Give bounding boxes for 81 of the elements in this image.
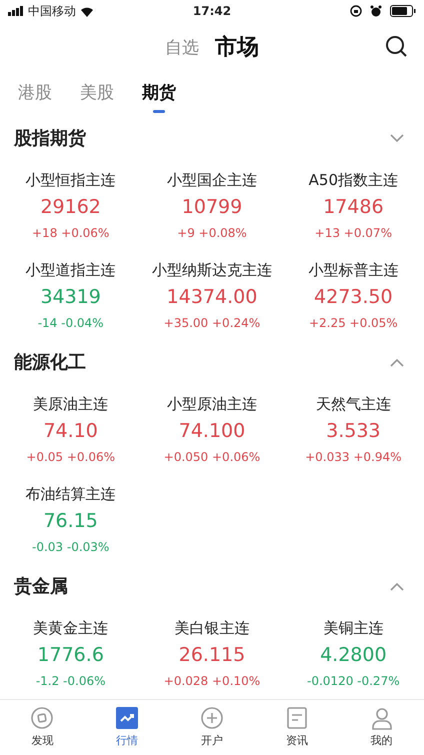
price: 74.100 xyxy=(178,419,246,444)
price: 74.10 xyxy=(43,419,98,444)
quote-card[interactable]: 美黄金主连 1776.6 -1.2 -0.06% xyxy=(0,608,142,698)
contract-name: 小型纳斯达克主连 xyxy=(152,260,272,280)
price: 4273.50 xyxy=(314,285,393,310)
nav-tab[interactable]: 资讯 xyxy=(254,700,340,755)
quote-card[interactable]: 小型原油主连 74.100 +0.050 +0.06% xyxy=(141,384,283,474)
contract-name: 布油结算主连 xyxy=(26,484,116,504)
quote-card[interactable]: 小型国企主连 10799 +9 +0.08% xyxy=(141,160,283,250)
contract-name: 小型恒指主连 xyxy=(26,170,116,190)
alarm-icon xyxy=(370,5,382,17)
market-tab[interactable]: 美股 xyxy=(80,81,114,107)
nav-tab[interactable]: 发现 xyxy=(0,700,85,755)
search-button[interactable] xyxy=(384,34,408,58)
nav-tab[interactable]: 开户 xyxy=(170,700,254,755)
contract-name: 美原油主连 xyxy=(33,394,108,414)
carrier-name: 中国移动 xyxy=(28,3,76,20)
quote-card[interactable]: 天然气主连 3.533 +0.033 +0.94% xyxy=(282,384,424,474)
quote-card[interactable]: A50指数主连 17486 +13 +0.07% xyxy=(282,160,424,250)
contract-name: 小型标普主连 xyxy=(308,260,398,280)
section-title: 股指期货 xyxy=(14,126,86,150)
quote-card[interactable]: 美白银主连 26.115 +0.028 +0.10% xyxy=(141,608,283,698)
quote-card[interactable]: 小型道指主连 34319 -14 -0.04% xyxy=(0,250,142,340)
contract-name: 小型道指主连 xyxy=(26,260,116,280)
nav-tab[interactable]: 我的 xyxy=(339,700,424,755)
quote-card[interactable]: 小型恒指主连 29162 +18 +0.06% xyxy=(0,160,142,250)
contract-name: 美铜主连 xyxy=(323,618,384,638)
header-tab[interactable]: 市场 xyxy=(215,30,259,64)
price-change: +0.033 +0.94% xyxy=(305,448,402,466)
contract-name: 天然气主连 xyxy=(316,394,391,414)
signal-icon xyxy=(8,6,24,16)
price-change: +0.05 +0.06% xyxy=(26,448,116,466)
price-change: +35.00 +0.24% xyxy=(164,314,260,332)
chevron-icon[interactable] xyxy=(390,358,404,366)
user-icon xyxy=(370,706,394,730)
trend-chart-icon xyxy=(115,706,140,730)
plus-circle-icon xyxy=(200,706,224,730)
quote-card[interactable]: 美铜主连 4.2800 -0.0120 -0.27% xyxy=(282,608,424,698)
price-change: +9 +0.08% xyxy=(177,224,247,242)
price-change: +2.25 +0.05% xyxy=(308,314,398,332)
price: 3.533 xyxy=(326,419,381,444)
price: 14374.00 xyxy=(166,285,258,310)
price-change: -0.0120 -0.27% xyxy=(307,672,400,690)
price: 10799 xyxy=(182,195,242,220)
section-title: 贵金属 xyxy=(14,574,68,598)
price: 26.115 xyxy=(178,643,246,668)
quote-card[interactable]: 美原油主连 74.10 +0.05 +0.06% xyxy=(0,384,142,474)
header-tab[interactable]: 自选 xyxy=(165,36,199,64)
market-tab[interactable]: 期货 xyxy=(142,81,176,107)
chevron-icon[interactable] xyxy=(390,134,404,142)
contract-name: 小型原油主连 xyxy=(166,394,257,414)
contract-name: 小型国企主连 xyxy=(166,170,257,190)
quote-card[interactable]: 小型纳斯达克主连 14374.00 +35.00 +0.24% xyxy=(141,250,283,340)
wifi-icon xyxy=(80,6,94,16)
price: 17486 xyxy=(323,195,384,220)
price: 4.2800 xyxy=(320,643,387,668)
contract-name: 美黄金主连 xyxy=(33,618,108,638)
contract-name: A50指数主连 xyxy=(308,170,398,190)
contract-name: 美白银主连 xyxy=(174,618,250,638)
active-tab-indicator xyxy=(153,110,165,113)
price: 34319 xyxy=(40,285,101,310)
price-change: +0.050 +0.06% xyxy=(164,448,260,466)
market-tab[interactable]: 港股 xyxy=(18,81,52,107)
document-icon xyxy=(284,706,309,730)
nav-tab[interactable]: 行情 xyxy=(84,700,170,755)
price-change: -14 -0.04% xyxy=(38,314,104,332)
price-change: -1.2 -0.06% xyxy=(36,672,106,690)
price-change: -0.03 -0.03% xyxy=(32,538,110,556)
rotation-lock-icon xyxy=(350,5,362,17)
price: 76.15 xyxy=(43,509,98,534)
chevron-icon[interactable] xyxy=(390,582,404,590)
price-change: +0.028 +0.10% xyxy=(164,672,260,690)
price: 29162 xyxy=(40,195,101,220)
price: 1776.6 xyxy=(37,643,104,668)
quote-card[interactable]: 布油结算主连 76.15 -0.03 -0.03% xyxy=(0,474,142,564)
price-change: +13 +0.07% xyxy=(314,224,392,242)
quote-card[interactable]: 小型标普主连 4273.50 +2.25 +0.05% xyxy=(282,250,424,340)
price-change: +18 +0.06% xyxy=(32,224,110,242)
battery-icon xyxy=(390,5,416,17)
clock-time: 17:42 xyxy=(192,3,232,20)
section-title: 能源化工 xyxy=(14,350,86,374)
